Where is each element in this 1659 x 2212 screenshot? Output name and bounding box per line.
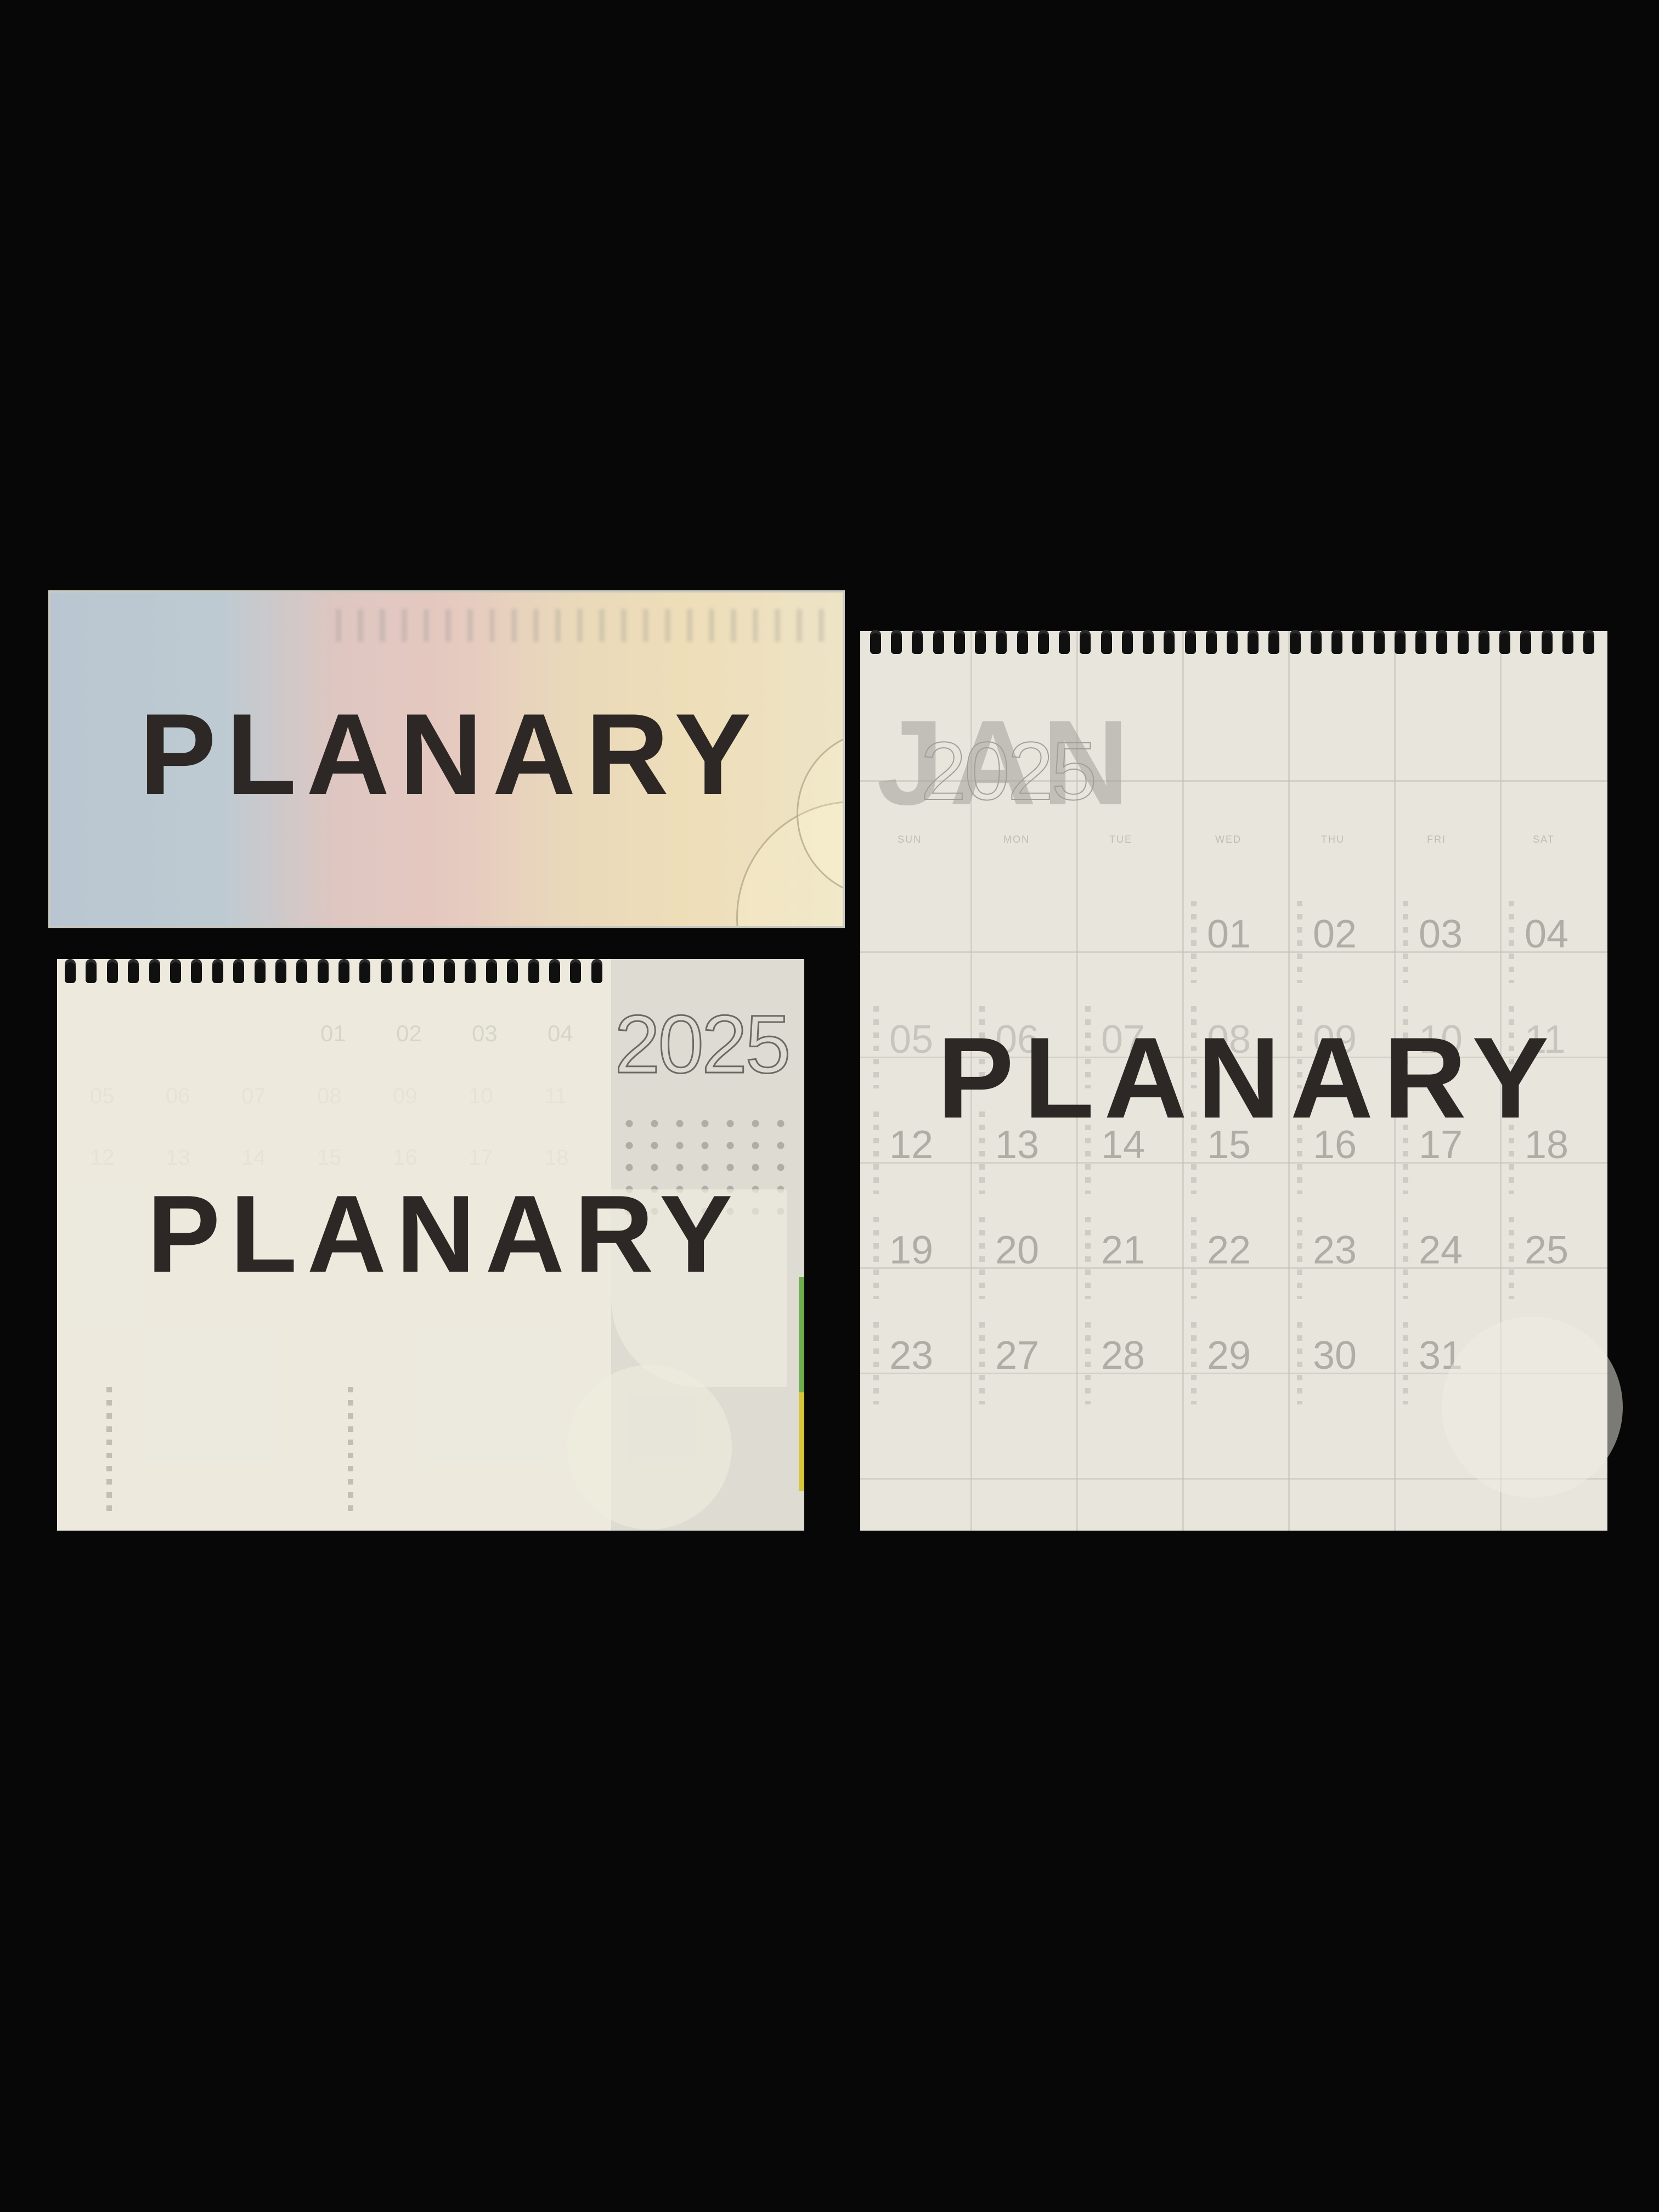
coil-ring	[86, 959, 97, 983]
coil-ring	[570, 959, 582, 983]
coil-ring	[149, 959, 160, 983]
coil-ring	[422, 959, 434, 983]
small-calendar-binding	[65, 959, 602, 983]
large-calendar: JAN 2025 SUN MON TUE WED THU FRI SAT 01 02 03 04 0…	[860, 631, 1623, 1531]
coil-ring	[296, 959, 308, 983]
coil-ring	[996, 630, 1007, 654]
coil-ring	[1248, 630, 1259, 654]
coil-ring	[1268, 630, 1280, 654]
coil-ring	[359, 959, 371, 983]
coil-ring	[1101, 630, 1112, 654]
coil-ring	[1583, 630, 1594, 654]
month-tab-yellow	[799, 1392, 804, 1491]
coil-ring	[317, 959, 329, 983]
coil-ring	[1436, 630, 1448, 654]
coil-ring	[1478, 630, 1489, 654]
coil-ring	[1226, 630, 1238, 654]
coil-ring	[591, 959, 602, 983]
coil-ring	[212, 959, 223, 983]
large-calendar-brand-logo: PLANARY	[937, 1013, 1559, 1142]
month-tab-green	[799, 1277, 804, 1392]
coil-ring	[1499, 630, 1511, 654]
coil-ring	[912, 630, 923, 654]
coil-ring	[870, 630, 881, 654]
coil-ring	[953, 630, 965, 654]
coil-ring	[233, 959, 245, 983]
coil-ring	[1184, 630, 1196, 654]
coil-ring	[1289, 630, 1301, 654]
large-cover-scallop	[1442, 1317, 1623, 1498]
coil-ring	[380, 959, 392, 983]
coil-ring	[170, 959, 181, 983]
coil-ring	[891, 630, 902, 654]
coil-ring	[65, 959, 76, 983]
coil-ring	[1415, 630, 1427, 654]
coil-ring	[444, 959, 455, 983]
coil-ring	[128, 959, 139, 983]
coil-ring	[486, 959, 497, 983]
coil-ring	[465, 959, 476, 983]
coil-ring	[1017, 630, 1028, 654]
coil-ring	[933, 630, 944, 654]
coil-ring	[528, 959, 539, 983]
coil-ring	[1562, 630, 1573, 654]
coil-ring	[338, 959, 350, 983]
coil-ring	[1164, 630, 1175, 654]
planary-box: PLANARY	[48, 590, 845, 928]
coil-ring	[1352, 630, 1364, 654]
coil-ring	[402, 959, 413, 983]
coil-ring	[549, 959, 560, 983]
coil-ring	[254, 959, 266, 983]
coil-ring	[1520, 630, 1532, 654]
coil-ring	[1037, 630, 1049, 654]
small-calendar: 2025 01020304 05060708091011121314151617…	[57, 959, 804, 1531]
coil-ring	[106, 959, 118, 983]
coil-ring	[1310, 630, 1322, 654]
coil-ring	[1541, 630, 1553, 654]
coil-ring	[1373, 630, 1385, 654]
dot-column-mid	[348, 1387, 353, 1513]
coil-ring	[1331, 630, 1343, 654]
coil-ring	[507, 959, 518, 983]
coil-ring	[1205, 630, 1217, 654]
coil-ring	[191, 959, 202, 983]
coil-ring	[1080, 630, 1091, 654]
small-cover-scallop-bottom	[567, 1365, 732, 1530]
coil-ring	[1394, 630, 1406, 654]
small-year: 2025	[614, 998, 792, 1090]
coil-ring	[275, 959, 286, 983]
small-calendar-brand-logo: PLANARY	[147, 1173, 743, 1295]
box-brand-logo: PLANARY	[139, 690, 761, 819]
large-calendar-binding	[870, 630, 1594, 654]
coil-ring	[1059, 630, 1070, 654]
dot-column-left	[106, 1387, 112, 1513]
coil-ring	[1457, 630, 1469, 654]
coil-ring	[975, 630, 986, 654]
coil-ring	[1121, 630, 1133, 654]
coil-ring	[1143, 630, 1154, 654]
